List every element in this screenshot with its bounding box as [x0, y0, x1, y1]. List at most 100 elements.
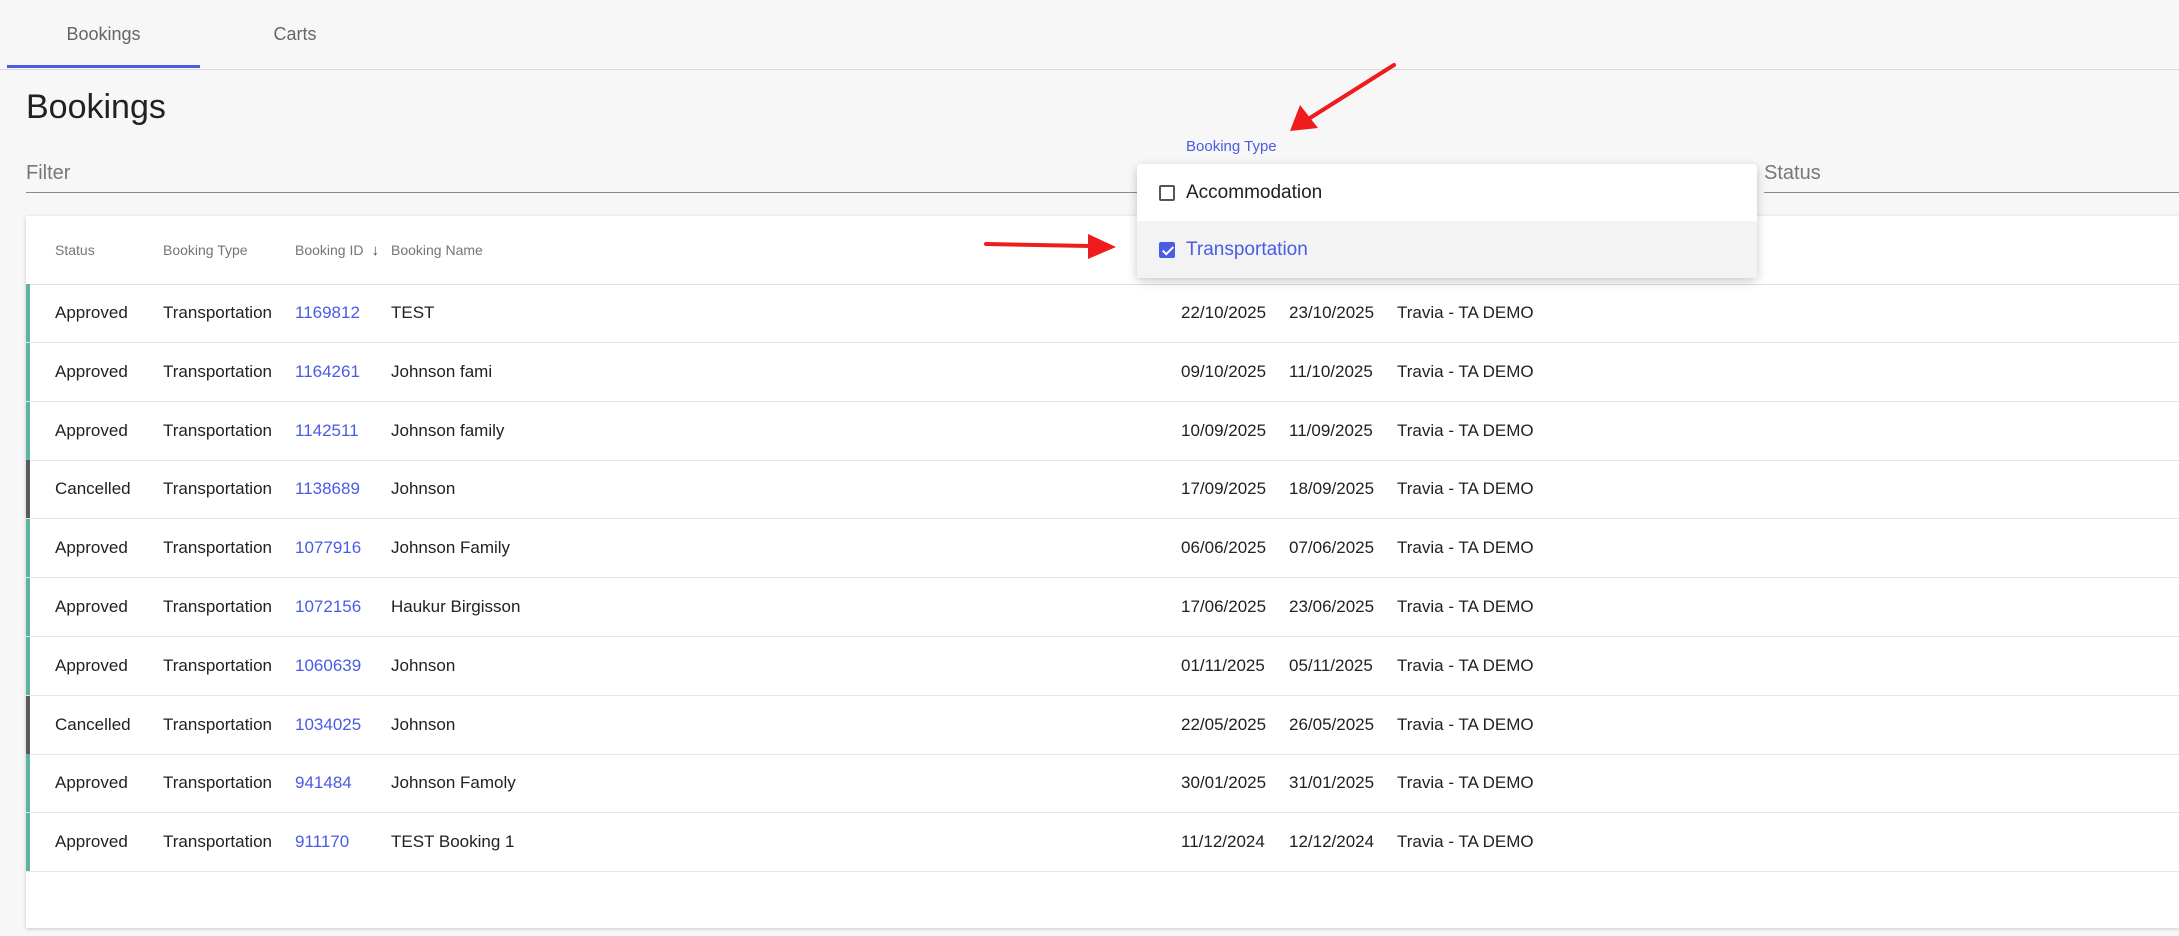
cell-agent: Travia - TA DEMO	[1397, 714, 1534, 734]
filter-input[interactable]	[26, 158, 1126, 188]
cell-status: Cancelled	[55, 714, 131, 734]
accommodation-checkbox[interactable]	[1159, 184, 1175, 201]
cell-end-date: 07/06/2025	[1289, 538, 1375, 558]
cell-status: Approved	[55, 773, 128, 793]
cell-booking-id[interactable]: 1164261	[295, 343, 360, 401]
table-header: Status Booking Type Booking ID ↓ Booking…	[26, 216, 2179, 285]
cell-status: Approved	[55, 538, 128, 558]
table-row[interactable]: Approved Transportation 941484 Johnson Famo…	[26, 754, 2179, 814]
option-accommodation[interactable]: Accommodation	[1137, 164, 1757, 221]
cell-booking-type: Transportation	[163, 479, 272, 499]
cell-start-date: 06/06/2025	[1181, 538, 1267, 558]
table-row[interactable]: Approved Transportation 1060639 Johnson 01/1…	[26, 636, 2179, 696]
cell-agent: Travia - TA DEMO	[1397, 361, 1534, 381]
cell-end-date: 11/10/2025	[1289, 361, 1373, 381]
table-row[interactable]: Cancelled Transportation 1138689 Johnson 17/…	[26, 460, 2179, 520]
cell-booking-name: Johnson family	[391, 420, 505, 440]
table-row[interactable]: Cancelled Transportation 1034025 Johnson 22/…	[26, 695, 2179, 755]
option-transportation[interactable]: Transportation	[1137, 221, 1757, 278]
bookings-table: Status Booking Type Booking ID ↓ Booking…	[26, 216, 2179, 928]
cell-start-date: 22/10/2025	[1181, 303, 1267, 322]
table-row[interactable]: Approved Transportation 911170 TEST Booking…	[26, 813, 2179, 873]
cell-booking-type: Transportation	[163, 655, 272, 675]
cell-end-date: 23/10/2025	[1289, 303, 1375, 322]
status-color-bar	[26, 636, 30, 695]
cell-end-date: 31/01/2025	[1289, 773, 1375, 793]
cell-start-date: 01/11/2025	[1181, 655, 1265, 675]
cell-booking-type: Transportation	[163, 361, 272, 381]
cell-booking-type: Transportation	[163, 303, 272, 322]
status-color-bar	[26, 578, 30, 636]
status-color-bar	[26, 460, 30, 519]
cell-start-date: 09/10/2025	[1181, 361, 1267, 381]
cell-booking-name: Johnson	[391, 655, 456, 675]
cell-status: Approved	[55, 832, 128, 852]
status-color-bar	[26, 284, 30, 342]
cell-booking-id[interactable]: 941484	[295, 754, 352, 812]
cell-end-date: 05/11/2025	[1289, 655, 1373, 675]
cell-booking-id[interactable]: 1034025	[295, 696, 361, 754]
status-filter-label: Status	[1764, 162, 1821, 184]
column-header-booking-name[interactable]: Booking Name	[391, 216, 483, 284]
page-title: Bookings	[26, 88, 166, 126]
option-accommodation-label: Accommodation	[1186, 181, 1323, 203]
cell-booking-name: TEST	[391, 303, 435, 322]
cell-booking-id[interactable]: 1169812	[295, 284, 360, 342]
cell-status: Approved	[55, 597, 128, 616]
cell-end-date: 12/12/2024	[1289, 832, 1375, 852]
status-color-bar	[26, 519, 30, 578]
tab-bar: Bookings Carts	[0, 0, 2179, 70]
transportation-checkbox[interactable]	[1159, 241, 1175, 258]
cell-start-date: 10/09/2025	[1181, 420, 1267, 440]
cell-agent: Travia - TA DEMO	[1397, 420, 1534, 440]
column-header-status[interactable]: Status	[55, 216, 95, 284]
cell-agent: Travia - TA DEMO	[1397, 832, 1534, 852]
booking-type-dropdown-menu: Accommodation Transportation	[1137, 164, 1757, 278]
booking-type-filter-label: Booking Type	[1186, 138, 1277, 155]
table-row[interactable]: Approved Transportation 1077916 Johnson Fam…	[26, 519, 2179, 579]
cell-start-date: 17/06/2025	[1181, 597, 1267, 616]
cell-status: Approved	[55, 420, 128, 440]
tab-bookings[interactable]: Bookings	[7, 0, 200, 69]
cell-status: Cancelled	[55, 479, 131, 499]
cell-status: Approved	[55, 303, 128, 322]
cell-booking-id[interactable]: 1072156	[295, 578, 361, 636]
active-tab-indicator	[7, 65, 200, 68]
option-transportation-label: Transportation	[1186, 238, 1308, 260]
cell-booking-name: Haukur Birgisson	[391, 597, 521, 616]
cell-start-date: 22/05/2025	[1181, 714, 1267, 734]
column-header-booking-type[interactable]: Booking Type	[163, 216, 248, 284]
table-row[interactable]: Approved Transportation 1142511 Johnson fam…	[26, 401, 2179, 461]
status-filter[interactable]: Status	[1764, 150, 2179, 193]
status-color-bar	[26, 754, 30, 813]
cell-end-date: 23/06/2025	[1289, 597, 1375, 616]
cell-booking-type: Transportation	[163, 832, 272, 852]
cell-booking-name: Johnson	[391, 479, 456, 499]
cell-booking-name: Johnson fami	[391, 361, 493, 381]
cell-booking-id[interactable]: 1077916	[295, 519, 361, 577]
cell-booking-id[interactable]: 1060639	[295, 637, 361, 695]
tab-carts[interactable]: Carts	[200, 0, 390, 69]
arrow-to-booking-type-label	[1290, 63, 1396, 131]
cell-agent: Travia - TA DEMO	[1397, 597, 1534, 616]
cell-start-date: 17/09/2025	[1181, 479, 1267, 499]
cell-booking-type: Transportation	[163, 420, 272, 440]
table-row[interactable]: Approved Transportation 1164261 Johnson fam…	[26, 342, 2179, 402]
cell-booking-id[interactable]: 911170	[295, 813, 349, 871]
cell-booking-type: Transportation	[163, 773, 272, 793]
cell-booking-name: TEST Booking 1	[391, 832, 515, 852]
arrow-down-icon[interactable]: ↓	[371, 242, 379, 259]
cell-booking-id[interactable]: 1142511	[295, 402, 359, 460]
status-color-bar	[26, 401, 30, 460]
table-row[interactable]: Approved Transportation 1072156 Haukur Birg…	[26, 578, 2179, 637]
table-row[interactable]: Approved Transportation 1169812 TEST 22/10/2…	[26, 284, 2179, 343]
cell-booking-id[interactable]: 1138689	[295, 460, 360, 518]
cell-status: Approved	[55, 361, 128, 381]
cell-end-date: 18/09/2025	[1289, 479, 1375, 499]
column-header-booking-id[interactable]: Booking ID ↓	[295, 216, 383, 284]
cell-agent: Travia - TA DEMO	[1397, 773, 1534, 793]
cell-booking-name: Johnson Family	[391, 538, 511, 558]
cell-agent: Travia - TA DEMO	[1397, 303, 1534, 322]
filter-field	[26, 150, 1156, 193]
cell-start-date: 11/12/2024	[1181, 832, 1265, 852]
